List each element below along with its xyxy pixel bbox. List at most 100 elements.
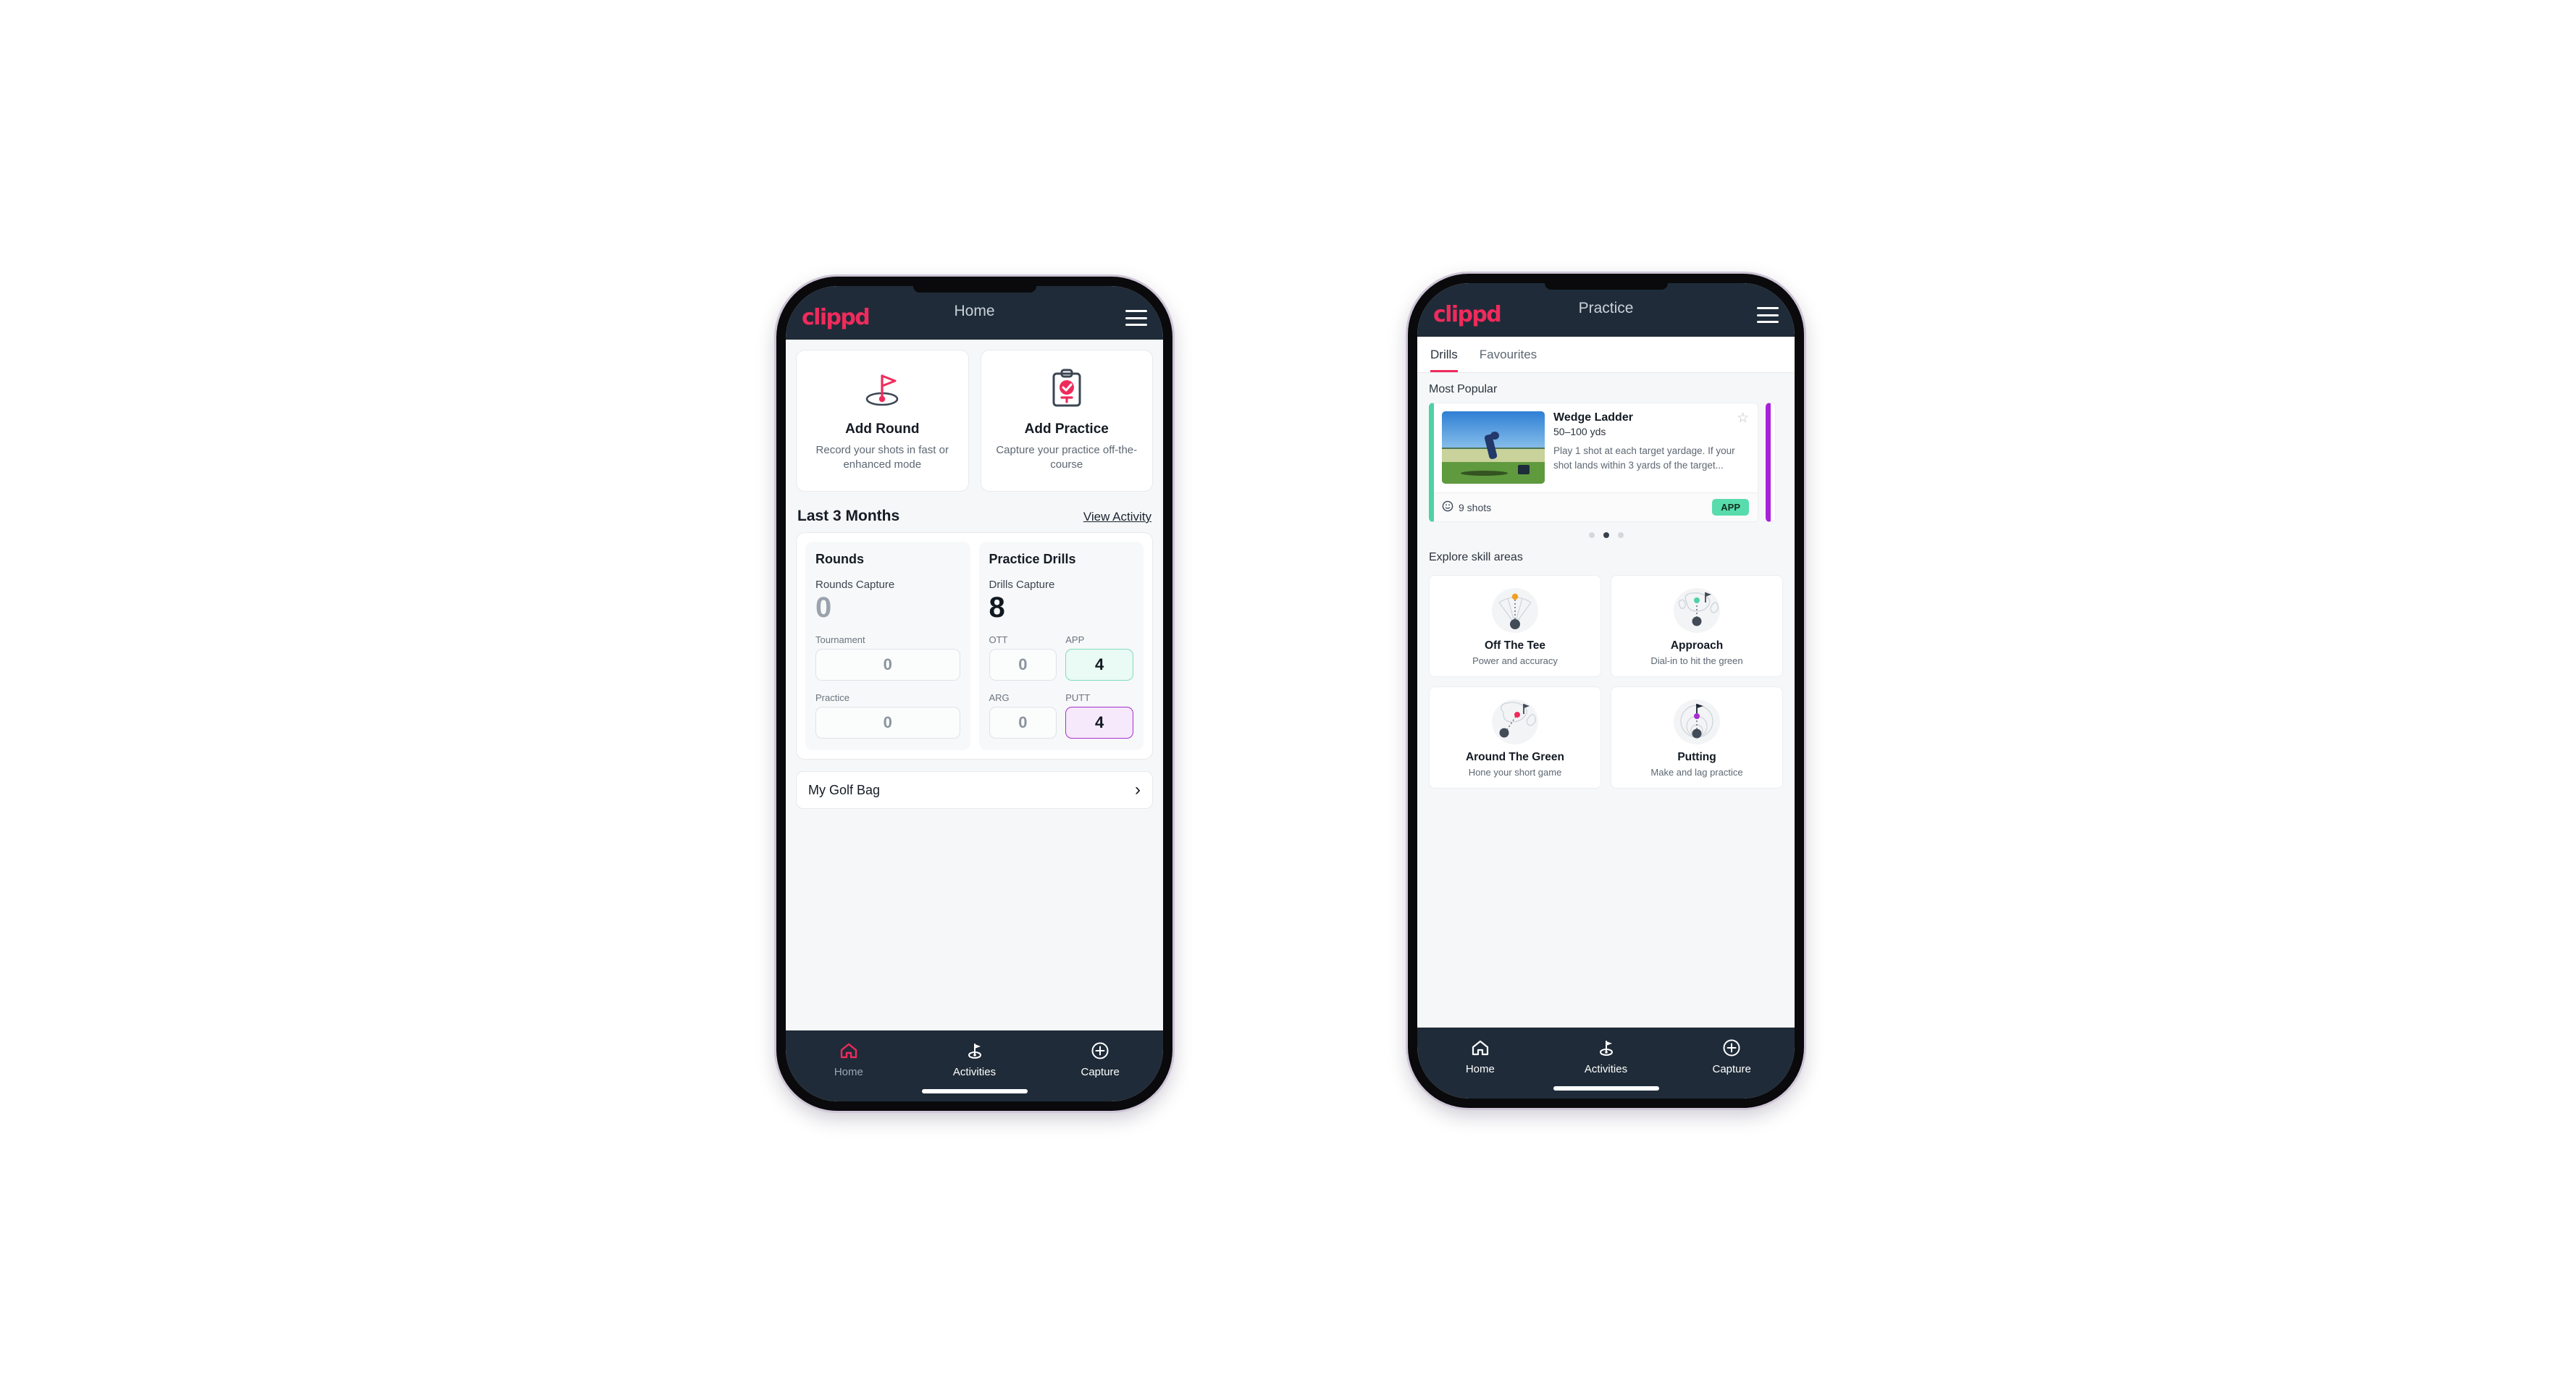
last-3-months-header: Last 3 Months View Activity: [786, 492, 1163, 532]
home-indicator: [921, 1089, 1028, 1093]
skill-subtitle: Power and accuracy: [1472, 655, 1558, 666]
clippd-logo[interactable]: clippd: [1433, 304, 1502, 326]
nav-item-home[interactable]: Home: [786, 1041, 912, 1078]
screen-home: clippd Home Add Round Record your shots …: [786, 286, 1163, 1101]
phone-notch: [912, 286, 1036, 293]
drill-shots-label: 9 shots: [1459, 501, 1492, 513]
skill-name: Off The Tee: [1484, 639, 1546, 652]
rounds-capture-label: Rounds Capture: [815, 579, 895, 591]
canvas: clippd Home Add Round Record your shots …: [0, 0, 2576, 1386]
skill-card-approach[interactable]: Approach Dial-in to hit the green: [1611, 575, 1783, 677]
rounds-capture-value: 0: [815, 592, 832, 623]
phone-notch: [1544, 283, 1668, 290]
plus-circle-icon: [1037, 1041, 1163, 1061]
tournament-label: Tournament: [815, 634, 865, 645]
most-popular-label: Most Popular: [1429, 383, 1498, 395]
drill-card-footer: 9 shots APP: [1434, 492, 1758, 521]
app-bar: clippd Practice: [1417, 283, 1795, 337]
tee-fan-icon: [1435, 584, 1595, 637]
putt-value[interactable]: 4: [1065, 707, 1133, 739]
add-practice-title: Add Practice: [1024, 421, 1109, 437]
hamburger-icon[interactable]: [1125, 310, 1147, 326]
practice-content: Most Popular Wedge Ladder 50–100 yds ☆ P…: [1417, 373, 1795, 1028]
skill-subtitle: Make and lag practice: [1650, 767, 1743, 778]
drill-metrics-row-1: OTT 0 APP 4: [989, 623, 1133, 681]
drill-description: Play 1 shot at each target yardage. If y…: [1553, 445, 1735, 471]
tab-favourites[interactable]: Favourites: [1480, 337, 1547, 372]
arg-value[interactable]: 0: [989, 707, 1057, 739]
drills-capture-value: 8: [989, 592, 1005, 623]
carousel-pagination: [1417, 522, 1795, 541]
app-bar: clippd Home: [786, 286, 1163, 340]
skill-card-putting[interactable]: Putting Make and lag practice: [1611, 686, 1783, 789]
add-round-title: Add Round: [845, 421, 920, 437]
drills-capture-label: Drills Capture: [989, 579, 1055, 591]
skill-subtitle: Dial-in to hit the green: [1650, 655, 1743, 666]
explore-skill-areas-label: Explore skill areas: [1429, 551, 1523, 563]
stats-card: Rounds Rounds Capture 0 Tournament 0 Pra…: [796, 532, 1153, 760]
rounds-stat-column: Rounds Rounds Capture 0 Tournament 0 Pra…: [805, 542, 970, 750]
drill-meta: Wedge Ladder 50–100 yds ☆ Play 1 shot at…: [1553, 411, 1749, 484]
drill-skill-badge: APP: [1712, 499, 1749, 516]
drill-metrics-row-2: ARG 0 PUTT 4: [989, 681, 1133, 739]
nav-item-activities[interactable]: Activities: [1543, 1038, 1669, 1075]
plus-circle-icon: [1669, 1038, 1795, 1058]
nav-label-activities: Activities: [952, 1066, 997, 1078]
drill-thumbnail: [1442, 411, 1545, 484]
drill-card-next-peek[interactable]: [1766, 403, 1776, 522]
practice-drills-heading: Practice Drills: [989, 552, 1076, 566]
tab-bar: Drills Favourites: [1417, 337, 1795, 373]
golf-flag-icon: [1543, 1038, 1669, 1058]
phone-mockup-home: clippd Home Add Round Record your shots …: [776, 277, 1172, 1111]
my-golf-bag-label: My Golf Bag: [808, 782, 881, 797]
skill-name: Approach: [1670, 639, 1724, 652]
clock-icon: [1442, 500, 1453, 514]
carousel-dot-3[interactable]: [1617, 532, 1624, 538]
nav-label-home: Home: [834, 1066, 863, 1078]
home-content: Add Round Record your shots in fast or e…: [786, 340, 1163, 1030]
home-icon: [786, 1041, 912, 1061]
tournament-value[interactable]: 0: [815, 649, 960, 681]
drill-card-wedge-ladder[interactable]: Wedge Ladder 50–100 yds ☆ Play 1 shot at…: [1429, 403, 1758, 522]
nav-item-capture[interactable]: Capture: [1669, 1038, 1795, 1075]
drill-carousel[interactable]: Wedge Ladder 50–100 yds ☆ Play 1 shot at…: [1417, 403, 1795, 522]
drill-shots: 9 shots: [1442, 500, 1491, 514]
putt-label: PUTT: [1065, 692, 1091, 703]
app-value[interactable]: 4: [1065, 649, 1133, 681]
practice-value[interactable]: 0: [815, 707, 960, 739]
carousel-dot-2[interactable]: [1603, 532, 1609, 538]
view-activity-link[interactable]: View Activity: [1083, 510, 1151, 524]
star-outline-icon[interactable]: ☆: [1737, 411, 1749, 425]
nav-label-home: Home: [1465, 1063, 1495, 1075]
ott-value[interactable]: 0: [989, 649, 1057, 681]
nav-label-capture: Capture: [1712, 1063, 1751, 1075]
bottom-nav: Home Activities Capture: [786, 1030, 1163, 1101]
skill-areas-grid: Off The Tee Power and accuracy Approach …: [1417, 571, 1795, 789]
app-label: APP: [1065, 634, 1085, 645]
ott-label: OTT: [989, 634, 1008, 645]
nav-label-capture: Capture: [1081, 1066, 1120, 1078]
golf-flag-hole-icon: [805, 366, 960, 411]
drill-yardage: 50–100 yds: [1553, 426, 1606, 437]
skill-card-off-the-tee[interactable]: Off The Tee Power and accuracy: [1429, 575, 1601, 677]
skill-card-around-the-green[interactable]: Around The Green Hone your short game: [1429, 686, 1601, 789]
clippd-logo[interactable]: clippd: [802, 307, 870, 329]
arg-label: ARG: [989, 692, 1010, 703]
skill-name: Putting: [1677, 751, 1716, 763]
screen-practice: clippd Practice Drills Favourites Most P…: [1417, 283, 1795, 1099]
hamburger-icon[interactable]: [1757, 307, 1779, 323]
section-title: Last 3 Months: [797, 508, 900, 524]
add-round-card[interactable]: Add Round Record your shots in fast or e…: [796, 350, 969, 492]
nav-item-activities[interactable]: Activities: [912, 1041, 1038, 1078]
home-icon: [1417, 1038, 1543, 1058]
nav-item-capture[interactable]: Capture: [1037, 1041, 1163, 1078]
tab-drills[interactable]: Drills: [1430, 337, 1468, 372]
home-indicator: [1553, 1086, 1659, 1091]
skill-subtitle: Hone your short game: [1468, 767, 1562, 778]
add-practice-card[interactable]: Add Practice Capture your practice off-t…: [980, 350, 1153, 492]
my-golf-bag-row[interactable]: My Golf Bag ›: [796, 771, 1153, 809]
carousel-dot-1[interactable]: [1588, 532, 1595, 538]
bottom-nav: Home Activities Capture: [1417, 1028, 1795, 1099]
golf-flag-icon: [912, 1041, 1038, 1061]
nav-item-home[interactable]: Home: [1417, 1038, 1543, 1075]
